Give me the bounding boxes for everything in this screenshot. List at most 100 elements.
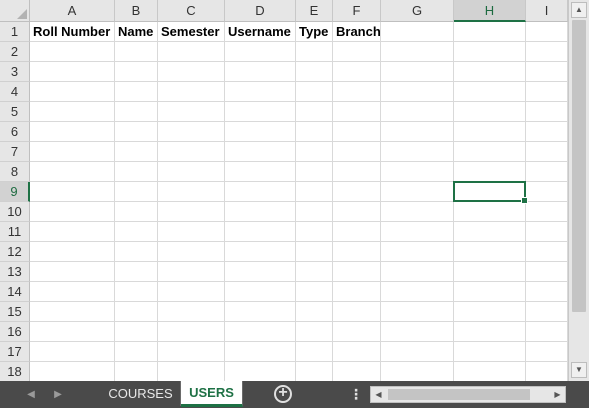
cell-g18[interactable]	[381, 362, 454, 382]
horizontal-scroll-thumb[interactable]	[388, 389, 530, 400]
column-header-e[interactable]: E	[296, 0, 333, 22]
cell-d9[interactable]	[225, 182, 296, 202]
cell-e1[interactable]: Type	[296, 22, 333, 42]
cell-h1[interactable]	[454, 22, 526, 42]
cell-a13[interactable]	[30, 262, 115, 282]
cell-a4[interactable]	[30, 82, 115, 102]
cell-f16[interactable]	[333, 322, 381, 342]
cell-g9[interactable]	[381, 182, 454, 202]
cell-c10[interactable]	[158, 202, 225, 222]
cell-c9[interactable]	[158, 182, 225, 202]
cell-h8[interactable]	[454, 162, 526, 182]
cell-h10[interactable]	[454, 202, 526, 222]
cell-a18[interactable]	[30, 362, 115, 382]
arrow-right-icon[interactable]: ▶	[550, 387, 565, 402]
plus-circle-icon[interactable]: +	[274, 385, 292, 403]
cell-h11[interactable]	[454, 222, 526, 242]
row-header-12[interactable]: 12	[0, 242, 30, 262]
cell-a6[interactable]	[30, 122, 115, 142]
cell-g15[interactable]	[381, 302, 454, 322]
cell-h15[interactable]	[454, 302, 526, 322]
row-header-3[interactable]: 3	[0, 62, 30, 82]
cell-a11[interactable]	[30, 222, 115, 242]
cell-c14[interactable]	[158, 282, 225, 302]
cell-f17[interactable]	[333, 342, 381, 362]
cell-e4[interactable]	[296, 82, 333, 102]
cell-g14[interactable]	[381, 282, 454, 302]
arrow-left-icon[interactable]: ◀	[371, 387, 386, 402]
cell-c12[interactable]	[158, 242, 225, 262]
cell-b2[interactable]	[115, 42, 158, 62]
cell-i11[interactable]	[526, 222, 568, 242]
row-header-5[interactable]: 5	[0, 102, 30, 122]
cell-e3[interactable]	[296, 62, 333, 82]
cell-a3[interactable]	[30, 62, 115, 82]
cell-i18[interactable]	[526, 362, 568, 382]
cell-g10[interactable]	[381, 202, 454, 222]
row-header-8[interactable]: 8	[0, 162, 30, 182]
row-header-2[interactable]: 2	[0, 42, 30, 62]
cell-f4[interactable]	[333, 82, 381, 102]
cell-e9[interactable]	[296, 182, 333, 202]
cell-h3[interactable]	[454, 62, 526, 82]
cell-e18[interactable]	[296, 362, 333, 382]
cell-i16[interactable]	[526, 322, 568, 342]
cell-d16[interactable]	[225, 322, 296, 342]
column-header-d[interactable]: D	[225, 0, 296, 22]
cell-d7[interactable]	[225, 142, 296, 162]
cell-i13[interactable]	[526, 262, 568, 282]
cell-i2[interactable]	[526, 42, 568, 62]
cell-b15[interactable]	[115, 302, 158, 322]
cell-e10[interactable]	[296, 202, 333, 222]
cell-h2[interactable]	[454, 42, 526, 62]
cell-d6[interactable]	[225, 122, 296, 142]
cell-c2[interactable]	[158, 42, 225, 62]
column-header-c[interactable]: C	[158, 0, 225, 22]
cell-e11[interactable]	[296, 222, 333, 242]
column-header-h[interactable]: H	[454, 0, 526, 22]
cell-f10[interactable]	[333, 202, 381, 222]
cell-h4[interactable]	[454, 82, 526, 102]
sheet-tab-courses[interactable]: COURSES	[101, 381, 181, 406]
cell-f14[interactable]	[333, 282, 381, 302]
cell-a16[interactable]	[30, 322, 115, 342]
cell-i9[interactable]	[526, 182, 568, 202]
cell-b7[interactable]	[115, 142, 158, 162]
vertical-scroll-thumb[interactable]	[572, 20, 586, 312]
cell-e13[interactable]	[296, 262, 333, 282]
cell-g16[interactable]	[381, 322, 454, 342]
cell-d18[interactable]	[225, 362, 296, 382]
cell-i8[interactable]	[526, 162, 568, 182]
cell-c16[interactable]	[158, 322, 225, 342]
cell-h13[interactable]	[454, 262, 526, 282]
cell-g11[interactable]	[381, 222, 454, 242]
cell-f7[interactable]	[333, 142, 381, 162]
cell-d1[interactable]: Username	[225, 22, 296, 42]
cell-e15[interactable]	[296, 302, 333, 322]
triangle-right-icon[interactable]: ▶	[47, 381, 69, 408]
row-header-11[interactable]: 11	[0, 222, 30, 242]
cell-f9[interactable]	[333, 182, 381, 202]
cell-b10[interactable]	[115, 202, 158, 222]
cell-h18[interactable]	[454, 362, 526, 382]
cell-c8[interactable]	[158, 162, 225, 182]
cell-c15[interactable]	[158, 302, 225, 322]
cell-b18[interactable]	[115, 362, 158, 382]
cell-i17[interactable]	[526, 342, 568, 362]
cell-b5[interactable]	[115, 102, 158, 122]
cell-g7[interactable]	[381, 142, 454, 162]
sheet-tab-users[interactable]: USERS	[181, 381, 243, 407]
cell-i15[interactable]	[526, 302, 568, 322]
cell-a2[interactable]	[30, 42, 115, 62]
horizontal-scrollbar[interactable]: ◀ ▶	[370, 386, 566, 403]
cell-d4[interactable]	[225, 82, 296, 102]
cell-b12[interactable]	[115, 242, 158, 262]
cell-c18[interactable]	[158, 362, 225, 382]
cell-c1[interactable]: Semester	[158, 22, 225, 42]
cell-i10[interactable]	[526, 202, 568, 222]
cell-g5[interactable]	[381, 102, 454, 122]
cell-d8[interactable]	[225, 162, 296, 182]
arrow-down-icon[interactable]: ▼	[571, 362, 587, 378]
cell-g17[interactable]	[381, 342, 454, 362]
cell-c17[interactable]	[158, 342, 225, 362]
